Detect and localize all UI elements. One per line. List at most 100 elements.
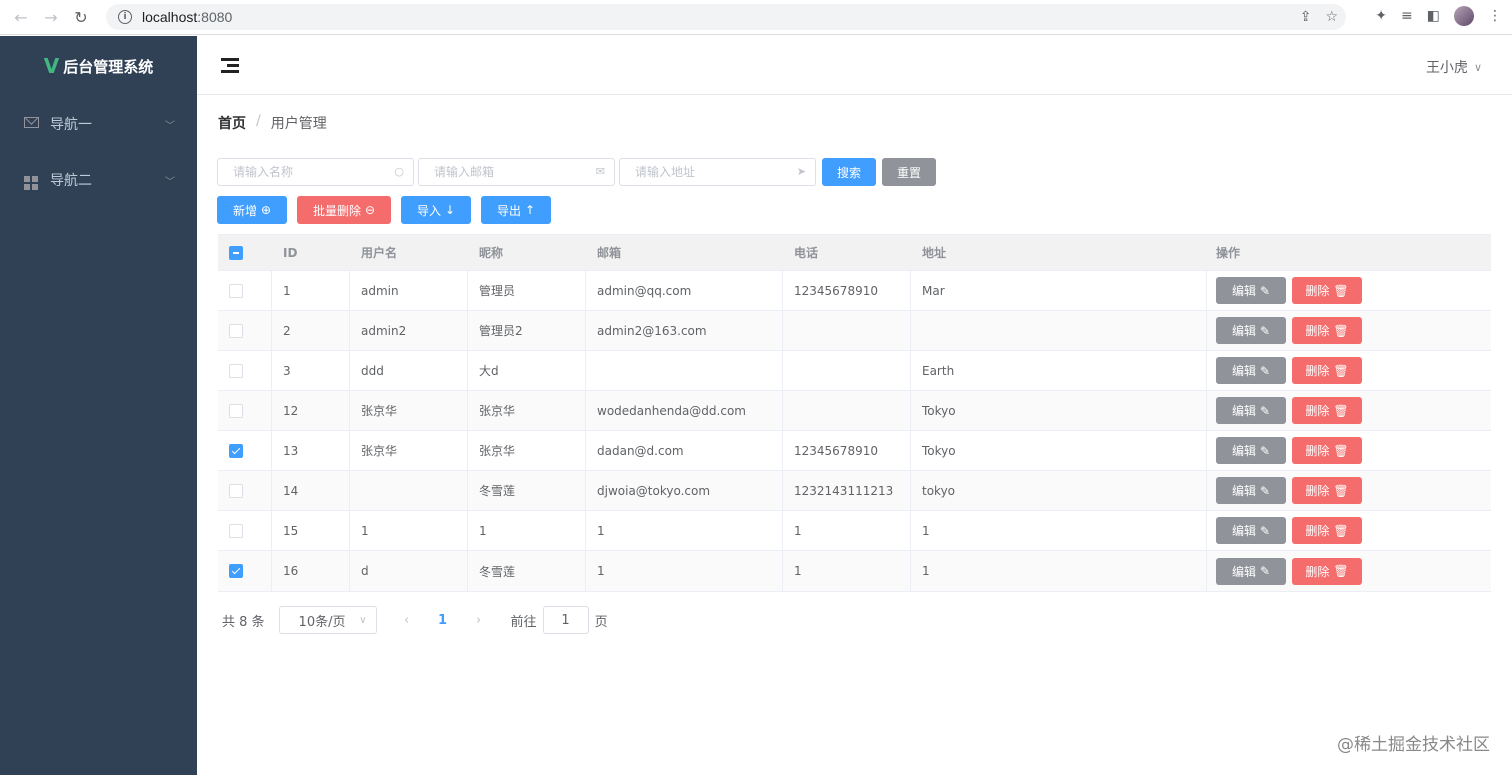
edit-button[interactable]: 编辑 ✎ <box>1216 357 1286 384</box>
sidebar-item-nav1[interactable]: 导航一 ﹀ <box>0 96 197 152</box>
reload-icon[interactable]: ↻ <box>66 2 96 32</box>
batch-delete-button[interactable]: 批量删除 ⊖ <box>297 196 391 224</box>
page-size-select[interactable]: 10条/页 ∨ <box>278 606 377 634</box>
goto-page-input[interactable]: 1 <box>542 606 589 634</box>
delete-button-label: 删除 <box>1305 524 1330 538</box>
row-checkbox[interactable] <box>229 443 243 458</box>
trash-icon: 🗑 <box>1333 403 1349 418</box>
delete-button[interactable]: 删除 🗑 <box>1292 477 1362 504</box>
site-info-icon[interactable]: i <box>118 10 132 24</box>
cell-email: 1 <box>586 511 783 550</box>
cell-actions: 编辑 ✎ 删除 🗑 <box>1207 391 1491 430</box>
circle-minus-icon: ⊖ <box>364 203 376 217</box>
pencil-icon: ✎ <box>1259 323 1271 338</box>
watermark: @稀土掘金技术社区 <box>1337 735 1490 755</box>
edit-button[interactable]: 编辑 ✎ <box>1216 477 1286 504</box>
reset-button[interactable]: 重置 <box>882 158 936 186</box>
row-select-cell <box>218 271 272 310</box>
table-row: 13 张京华 张京华 dadan@d.com 12345678910 Tokyo 编辑 ✎ 删除… <box>218 431 1491 471</box>
back-arrow-icon[interactable]: ← <box>6 2 36 32</box>
row-select-cell <box>218 351 272 390</box>
delete-button[interactable]: 删除 🗑 <box>1292 557 1362 585</box>
media-control-icon[interactable]: ≡ <box>1401 8 1413 24</box>
add-button[interactable]: 新增 ⊕ <box>217 196 287 224</box>
extensions-icon[interactable]: ✦ <box>1375 8 1387 24</box>
row-select-cell <box>218 311 272 350</box>
row-select-cell <box>218 471 272 510</box>
user-dropdown[interactable]: 王小虎 ∨ <box>1426 57 1482 77</box>
select-all-checkbox[interactable] <box>229 245 243 260</box>
cell-phone: 12345678910 <box>783 431 911 470</box>
address-url[interactable]: localhost:8080 <box>142 9 232 25</box>
cell-nickname: 1 <box>468 511 586 550</box>
table-header-row: ID 用户名 昵称 邮箱 电话 地址 操作 <box>218 235 1491 271</box>
more-menu-icon[interactable]: ⋮ <box>1488 8 1502 24</box>
export-button[interactable]: 导出 ↑ <box>481 196 551 224</box>
delete-button[interactable]: 删除 🗑 <box>1292 437 1362 464</box>
edit-button-label: 编辑 <box>1231 284 1256 298</box>
cell-address: Tokyo <box>911 391 1207 430</box>
cell-address: tokyo <box>911 471 1207 510</box>
edit-button-label: 编辑 <box>1231 444 1256 458</box>
collapse-menu-icon[interactable] <box>221 58 239 76</box>
import-button[interactable]: 导入 ↓ <box>401 196 471 224</box>
cell-id: 1 <box>272 271 350 310</box>
app-logo: V 后台管理系统 <box>0 36 197 96</box>
address-search-input[interactable] <box>620 159 815 185</box>
search-button[interactable]: 搜索 <box>822 158 876 186</box>
search-bar: ○ ✉ ➤ 搜索 重置 <box>217 158 936 186</box>
side-panel-icon[interactable]: ◧ <box>1427 8 1440 24</box>
row-checkbox[interactable] <box>229 483 243 498</box>
table-row: 3 ddd 大d Earth 编辑 ✎ 删除 🗑 <box>218 351 1491 391</box>
table-row: 14 冬雪莲 djwoia@tokyo.com 1232143111213 tokyo 编… <box>218 471 1491 511</box>
next-page-icon[interactable]: › <box>461 613 497 628</box>
bookmark-star-icon[interactable]: ☆ <box>1325 9 1338 25</box>
batch-delete-label: 批量删除 <box>312 203 361 218</box>
edit-button[interactable]: 编辑 ✎ <box>1216 397 1286 424</box>
delete-button[interactable]: 删除 🗑 <box>1292 277 1362 304</box>
row-checkbox[interactable] <box>229 564 243 578</box>
name-search-input[interactable] <box>218 159 413 185</box>
edit-button[interactable]: 编辑 ✎ <box>1216 437 1286 464</box>
sidebar-item-label: 导航二 <box>50 173 92 189</box>
goto-label: 前往 <box>510 614 537 630</box>
cell-username: admin2 <box>350 311 468 350</box>
profile-avatar[interactable] <box>1454 6 1474 26</box>
edit-button-label: 编辑 <box>1231 364 1256 378</box>
delete-button[interactable]: 删除 🗑 <box>1292 397 1362 424</box>
row-checkbox[interactable] <box>229 323 243 338</box>
row-checkbox[interactable] <box>229 403 243 418</box>
row-checkbox[interactable] <box>229 523 243 538</box>
edit-button[interactable]: 编辑 ✎ <box>1216 517 1286 544</box>
table-body: 1 admin 管理员 admin@qq.com 12345678910 Mar 编辑 ✎ 删除… <box>218 271 1491 591</box>
table-row: 1 admin 管理员 admin@qq.com 12345678910 Mar 编辑 ✎ 删除… <box>218 271 1491 311</box>
sidebar-item-label: 导航一 <box>50 117 92 133</box>
edit-button[interactable]: 编辑 ✎ <box>1216 557 1286 585</box>
share-icon[interactable]: ⇪ <box>1300 9 1312 25</box>
edit-button[interactable]: 编辑 ✎ <box>1216 317 1286 344</box>
column-header-address: 地址 <box>922 246 947 260</box>
column-header-phone: 电话 <box>794 246 819 260</box>
breadcrumb-home[interactable]: 首页 <box>218 113 246 133</box>
address-bar[interactable]: i localhost:8080 ⇪ ☆ <box>106 4 1346 30</box>
trash-icon: 🗑 <box>1333 483 1349 498</box>
forward-arrow-icon[interactable]: → <box>36 2 66 32</box>
app-title: 后台管理系统 <box>63 57 154 76</box>
row-checkbox[interactable] <box>229 363 243 378</box>
delete-button[interactable]: 删除 🗑 <box>1292 517 1362 544</box>
email-search-input[interactable] <box>419 159 614 185</box>
edit-button-label: 编辑 <box>1231 484 1256 498</box>
circle-plus-icon: ⊕ <box>260 203 272 217</box>
message-icon: ✉ <box>595 165 605 178</box>
delete-button[interactable]: 删除 🗑 <box>1292 357 1362 384</box>
trash-icon: 🗑 <box>1333 564 1349 578</box>
edit-button-label: 编辑 <box>1231 524 1256 538</box>
sidebar-item-nav2[interactable]: 导航二 ﹀ <box>0 152 197 208</box>
delete-button[interactable]: 删除 🗑 <box>1292 317 1362 344</box>
chevron-down-icon: ﹀ <box>165 120 175 132</box>
cell-phone <box>783 391 911 430</box>
edit-button[interactable]: 编辑 ✎ <box>1216 277 1286 304</box>
page-number-current[interactable]: 1 <box>425 613 461 628</box>
row-checkbox[interactable] <box>229 283 243 298</box>
prev-page-icon[interactable]: ‹ <box>389 613 425 628</box>
